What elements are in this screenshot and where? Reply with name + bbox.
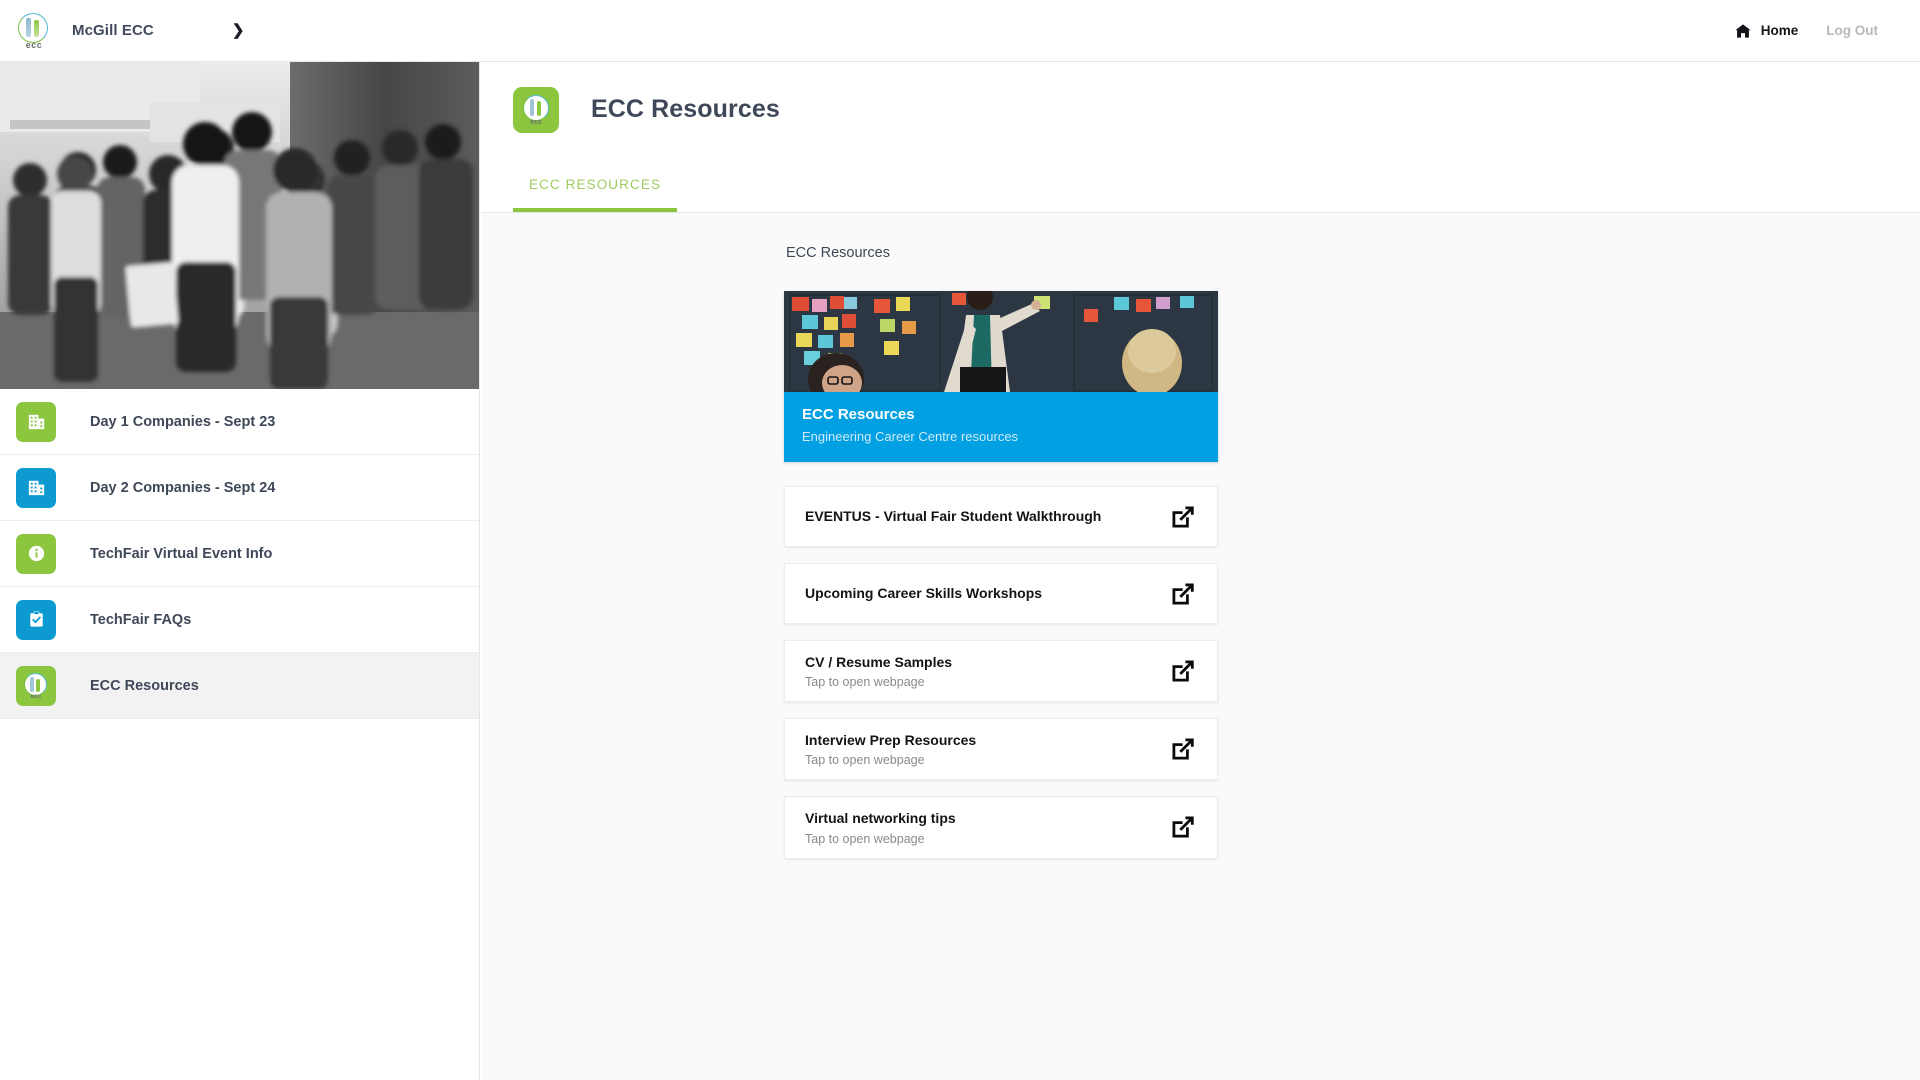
- open-in-new-icon[interactable]: [1169, 580, 1197, 608]
- tab-ecc-resources[interactable]: ECC RESOURCES: [513, 156, 678, 212]
- list-item[interactable]: Virtual networking tips Tap to open webp…: [784, 796, 1218, 859]
- brand-block[interactable]: ecc McGill ECC ❯: [0, 0, 244, 62]
- sidebar: Day 1 Companies - Sept 23 Day 2 Companie…: [0, 62, 480, 1080]
- open-in-new-icon[interactable]: [1169, 813, 1197, 841]
- home-icon: [1735, 23, 1751, 38]
- sidebar-item-ecc-resources[interactable]: ecc ECC Resources: [0, 653, 479, 719]
- nav-item-home-label: Home: [1760, 23, 1799, 38]
- list-item-subtitle: Tap to open webpage: [805, 753, 925, 768]
- chevron-right-icon[interactable]: ❯: [232, 23, 245, 38]
- list-item[interactable]: CV / Resume Samples Tap to open webpage: [784, 640, 1218, 703]
- page-header: ecc ECC Resources: [481, 62, 1920, 157]
- content-area: ECC Resources ECC Resources Engineering …: [481, 213, 1920, 1080]
- sidebar-item-day-1-companies-label: Day 1 Companies - Sept 23: [90, 413, 276, 430]
- sidebar-item-techfair-faqs-label: TechFair FAQs: [90, 611, 192, 628]
- hero-card-image: [784, 291, 1218, 392]
- hero-card-title: ECC Resources: [802, 406, 915, 423]
- sidebar-item-day-1-companies[interactable]: Day 1 Companies - Sept 23: [0, 389, 479, 455]
- section-label: ECC Resources: [786, 245, 890, 261]
- hero-card[interactable]: ECC Resources Engineering Career Centre …: [784, 291, 1218, 462]
- list-item-title: Interview Prep Resources: [805, 732, 977, 749]
- open-in-new-icon[interactable]: [1169, 503, 1197, 531]
- top-bar: ecc McGill ECC ❯ Home Log Out: [0, 0, 1920, 62]
- building-icon: [16, 401, 56, 442]
- list-item[interactable]: Upcoming Career Skills Workshops: [784, 563, 1218, 624]
- tab-ecc-resources-label: ECC RESOURCES: [529, 176, 662, 192]
- list-item[interactable]: EVENTUS - Virtual Fair Student Walkthrou…: [784, 486, 1218, 547]
- info-icon: [16, 533, 56, 574]
- nav-item-logout[interactable]: Log Out: [1812, 0, 1892, 62]
- page-title: ECC Resources: [591, 95, 780, 123]
- list-item-title: Upcoming Career Skills Workshops: [805, 585, 1043, 602]
- list-item[interactable]: Interview Prep Resources Tap to open web…: [784, 718, 1218, 781]
- sidebar-item-day-2-companies[interactable]: Day 2 Companies - Sept 24: [0, 455, 479, 521]
- ecc-circle-logo: ecc: [513, 86, 559, 133]
- top-nav: Home Log Out: [1721, 0, 1920, 62]
- hero-card-caption: ECC Resources Engineering Career Centre …: [784, 392, 1218, 462]
- sidebar-item-techfair-virtual-event-info[interactable]: TechFair Virtual Event Info: [0, 521, 479, 587]
- nav-item-logout-label: Log Out: [1826, 23, 1878, 38]
- list-item-title: EVENTUS - Virtual Fair Student Walkthrou…: [805, 508, 1102, 525]
- sidebar-item-techfair-faqs[interactable]: TechFair FAQs: [0, 587, 479, 653]
- sidebar-nav-list: Day 1 Companies - Sept 23 Day 2 Companie…: [0, 389, 479, 719]
- list-item-title: CV / Resume Samples: [805, 654, 953, 670]
- list-item-subtitle: Tap to open webpage: [805, 675, 925, 690]
- ecc-circle-logo: ecc: [16, 12, 52, 49]
- sidebar-hero-image: [0, 62, 479, 389]
- building-icon: [16, 467, 56, 508]
- clipboard-check-icon: [16, 599, 56, 640]
- hero-card-subtitle: Engineering Career Centre resources: [802, 429, 1019, 444]
- brand-name: McGill ECC: [72, 22, 154, 39]
- sidebar-item-techfair-virtual-event-info-label: TechFair Virtual Event Info: [90, 545, 273, 562]
- sidebar-item-day-2-companies-label: Day 2 Companies - Sept 24: [90, 479, 276, 496]
- sidebar-item-ecc-resources-label: ECC Resources: [90, 677, 199, 694]
- main-content: ecc ECC Resources ECC RESOURCES ECC Reso…: [481, 62, 1920, 1080]
- ecc-circle-logo: ecc: [16, 665, 56, 706]
- list-item-title: Virtual networking tips: [805, 810, 956, 827]
- open-in-new-icon[interactable]: [1169, 657, 1197, 685]
- nav-item-home[interactable]: Home: [1721, 0, 1813, 62]
- list-item-subtitle: Tap to open webpage: [805, 831, 925, 846]
- tab-bar: ECC RESOURCES: [481, 157, 1920, 213]
- open-in-new-icon[interactable]: [1169, 735, 1197, 763]
